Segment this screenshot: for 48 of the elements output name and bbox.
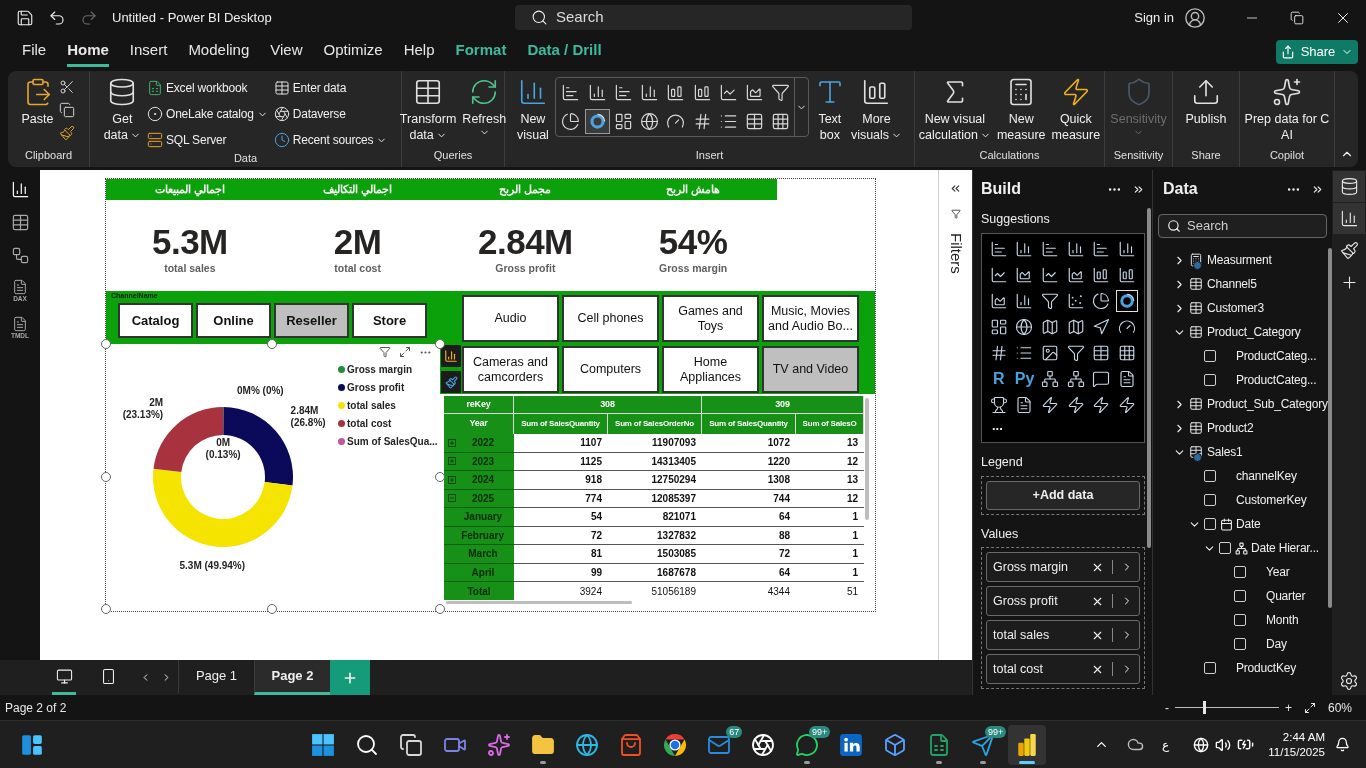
row-header-cell: Total	[444, 582, 514, 600]
field-name: total cost	[993, 660, 1045, 678]
group-label: Share	[1190, 147, 1222, 163]
group-label: Clipboard	[23, 147, 74, 163]
column-header: Sum of SalesQuantity	[514, 413, 608, 434]
data-label: 2.84M (26.8%)	[290, 404, 326, 428]
section-label: Suggestions	[981, 211, 1051, 228]
window-title: Untitled - Power BI Desktop	[112, 8, 272, 27]
field-name: Gross margin	[993, 558, 1070, 576]
column-header: reKey	[444, 396, 514, 413]
page-indicator: Page 2 of 2	[5, 699, 67, 717]
kpi-label: total cost	[334, 260, 381, 276]
group-label: Copilot	[1268, 147, 1306, 163]
column-header: 308	[514, 396, 702, 413]
kpi-value: 2M	[333, 222, 382, 261]
data-label: 0M% (0%)	[237, 385, 284, 396]
column-header: Year	[444, 413, 514, 434]
kpi-label: total sales	[164, 260, 216, 276]
kpi-label: Gross profit	[495, 260, 556, 276]
data-label: 2M (23.13%)	[122, 396, 164, 420]
column-header: Sum of SalesQuantity	[702, 413, 796, 434]
notification-badge: 99+	[985, 725, 1007, 738]
data-label: 5.3M (49.94%)	[179, 560, 246, 572]
column-header: Sum of SalesO	[796, 413, 864, 434]
header-label: اجمالي المبيعات	[153, 182, 226, 198]
data-label: 0M (0.13%)	[205, 437, 241, 460]
header-label: مجمل الربح	[498, 182, 553, 198]
notification-badge: 67	[726, 725, 743, 738]
section-label: Values	[981, 525, 1020, 543]
pane-title: Data	[1163, 179, 1199, 199]
pane-title: Build	[981, 179, 1022, 199]
header-label: اجمالي التكاليف	[322, 182, 394, 198]
field-name: total sales	[993, 626, 1051, 644]
section-label: Legend	[981, 453, 1024, 471]
column-header: 309	[702, 396, 864, 413]
group-label: Calculations	[978, 147, 1041, 163]
group-label: Data	[232, 151, 259, 166]
kpi-value: 54%	[658, 222, 728, 261]
kpi-value: 5.3M	[151, 222, 228, 261]
header-label: هامش الربح	[665, 182, 722, 198]
group-label: Queries	[432, 147, 474, 163]
notification-badge: 99+	[809, 725, 831, 738]
field-name: Gross profit	[993, 592, 1059, 610]
group-label: Sensitivity	[1112, 147, 1165, 163]
group-label: Insert	[694, 147, 725, 163]
column-header: Sum of SalesOrderNo	[608, 413, 702, 434]
kpi-value: 2.84M	[478, 222, 573, 261]
kpi-label: Gross margin	[659, 260, 728, 276]
